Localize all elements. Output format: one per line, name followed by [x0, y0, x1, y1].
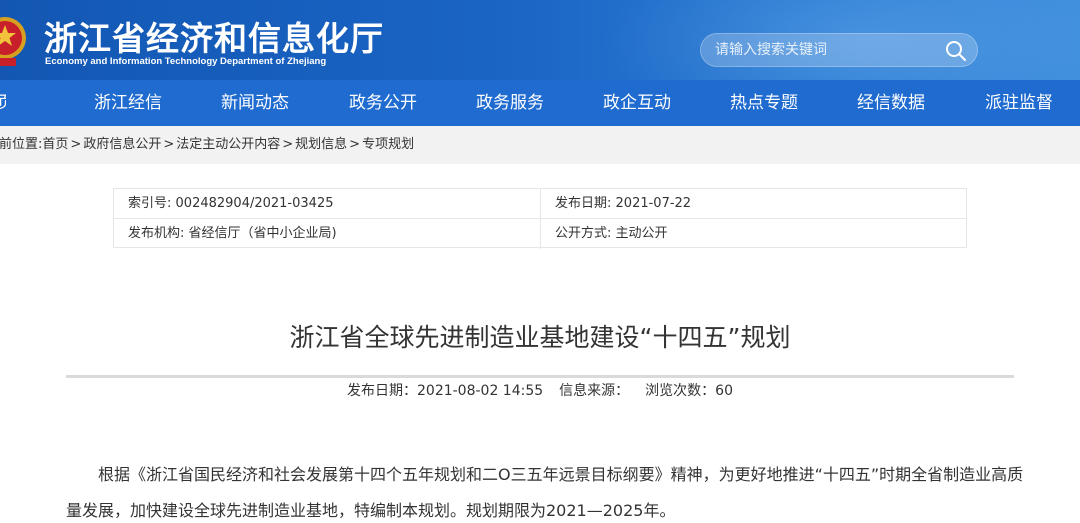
nav-item-gov-services[interactable]: 政务服务: [476, 80, 544, 126]
breadcrumb-separator: >: [70, 137, 82, 152]
breadcrumb-separator: >: [282, 137, 294, 152]
nav-item-hot-topics[interactable]: 热点专题: [730, 80, 798, 126]
nav-item-news[interactable]: 新闻动态: [221, 80, 289, 126]
breadcrumb-separator: >: [163, 137, 175, 152]
national-emblem-icon: [0, 17, 26, 66]
info-method-label: 公开方式:: [555, 226, 612, 241]
breadcrumb-bar: 当前位置:首页>政府信息公开>法定主动公开内容>规划信息>专项规划: [0, 126, 1080, 164]
breadcrumb-item-gov-info[interactable]: 政府信息公开: [83, 137, 161, 152]
breadcrumb-separator: >: [349, 137, 361, 152]
info-index-label: 索引号:: [128, 196, 172, 211]
article-meta: 发布日期：2021-08-02 14:55 信息来源： 浏览次数：60: [0, 380, 1080, 400]
search-icon[interactable]: [945, 40, 967, 62]
site-subtitle: Economy and Information Technology Depar…: [45, 56, 327, 67]
main-nav: 首页 浙江经信 新闻动态 政务公开 政务服务 政企互动 热点专题 经信数据 派驻…: [0, 80, 1080, 126]
breadcrumb-item-plan-info[interactable]: 规划信息: [295, 137, 347, 152]
info-pub-date-value: 2021-07-22: [615, 196, 692, 211]
nav-item-gov-affairs-open[interactable]: 政务公开: [349, 80, 417, 126]
info-index-value: 002482904/2021-03425: [175, 196, 334, 211]
nav-item-interaction[interactable]: 政企互动: [603, 80, 671, 126]
meta-views: 浏览次数：60: [645, 383, 733, 399]
info-org-label: 发布机构:: [128, 226, 185, 241]
article-paragraph: 根据《浙江省国民经济和社会发展第十四个五年规划和二O三五年远景目标纲要》精神，为…: [66, 465, 1024, 520]
article-title: 浙江省全球先进制造业基地建设“十四五”规划: [289, 323, 791, 352]
nav-item-home[interactable]: 首页: [0, 80, 6, 126]
search-box: [700, 33, 978, 67]
info-org-value: 省经信厅（省中小企业局): [188, 226, 337, 241]
breadcrumb-item-special-plan[interactable]: 专项规划: [362, 137, 414, 152]
info-method: 公开方式: 主动公开: [540, 219, 966, 249]
site-title[interactable]: 浙江省经济和信息化厅: [44, 12, 384, 60]
title-divider: [66, 375, 1014, 378]
meta-source: 信息来源：: [559, 383, 630, 399]
nav-item-zhejiang-jingxin[interactable]: 浙江经信: [94, 80, 162, 126]
nav-item-supervision[interactable]: 派驻监督: [985, 80, 1053, 126]
info-table: 索引号: 002482904/2021-03425 发布日期: 2021-07-…: [113, 188, 967, 249]
breadcrumb-item-home[interactable]: 首页: [42, 137, 68, 152]
meta-date: 发布日期：2021-08-02 14:55: [347, 383, 544, 399]
nav-item-data[interactable]: 经信数据: [857, 80, 925, 126]
info-pub-date-label: 发布日期:: [555, 196, 612, 211]
info-org: 发布机构: 省经信厅（省中小企业局): [114, 219, 540, 249]
site-header: 浙江省经济和信息化厅 Economy and Information Techn…: [0, 0, 1080, 80]
breadcrumb: 当前位置:首页>政府信息公开>法定主动公开内容>规划信息>专项规划: [0, 126, 414, 164]
breadcrumb-item-statutory[interactable]: 法定主动公开内容: [176, 137, 280, 152]
info-method-value: 主动公开: [615, 226, 668, 241]
info-index: 索引号: 002482904/2021-03425: [114, 189, 540, 219]
breadcrumb-prefix: 当前位置:: [0, 137, 43, 152]
search-input[interactable]: [715, 34, 935, 66]
info-pub-date: 发布日期: 2021-07-22: [540, 189, 966, 219]
